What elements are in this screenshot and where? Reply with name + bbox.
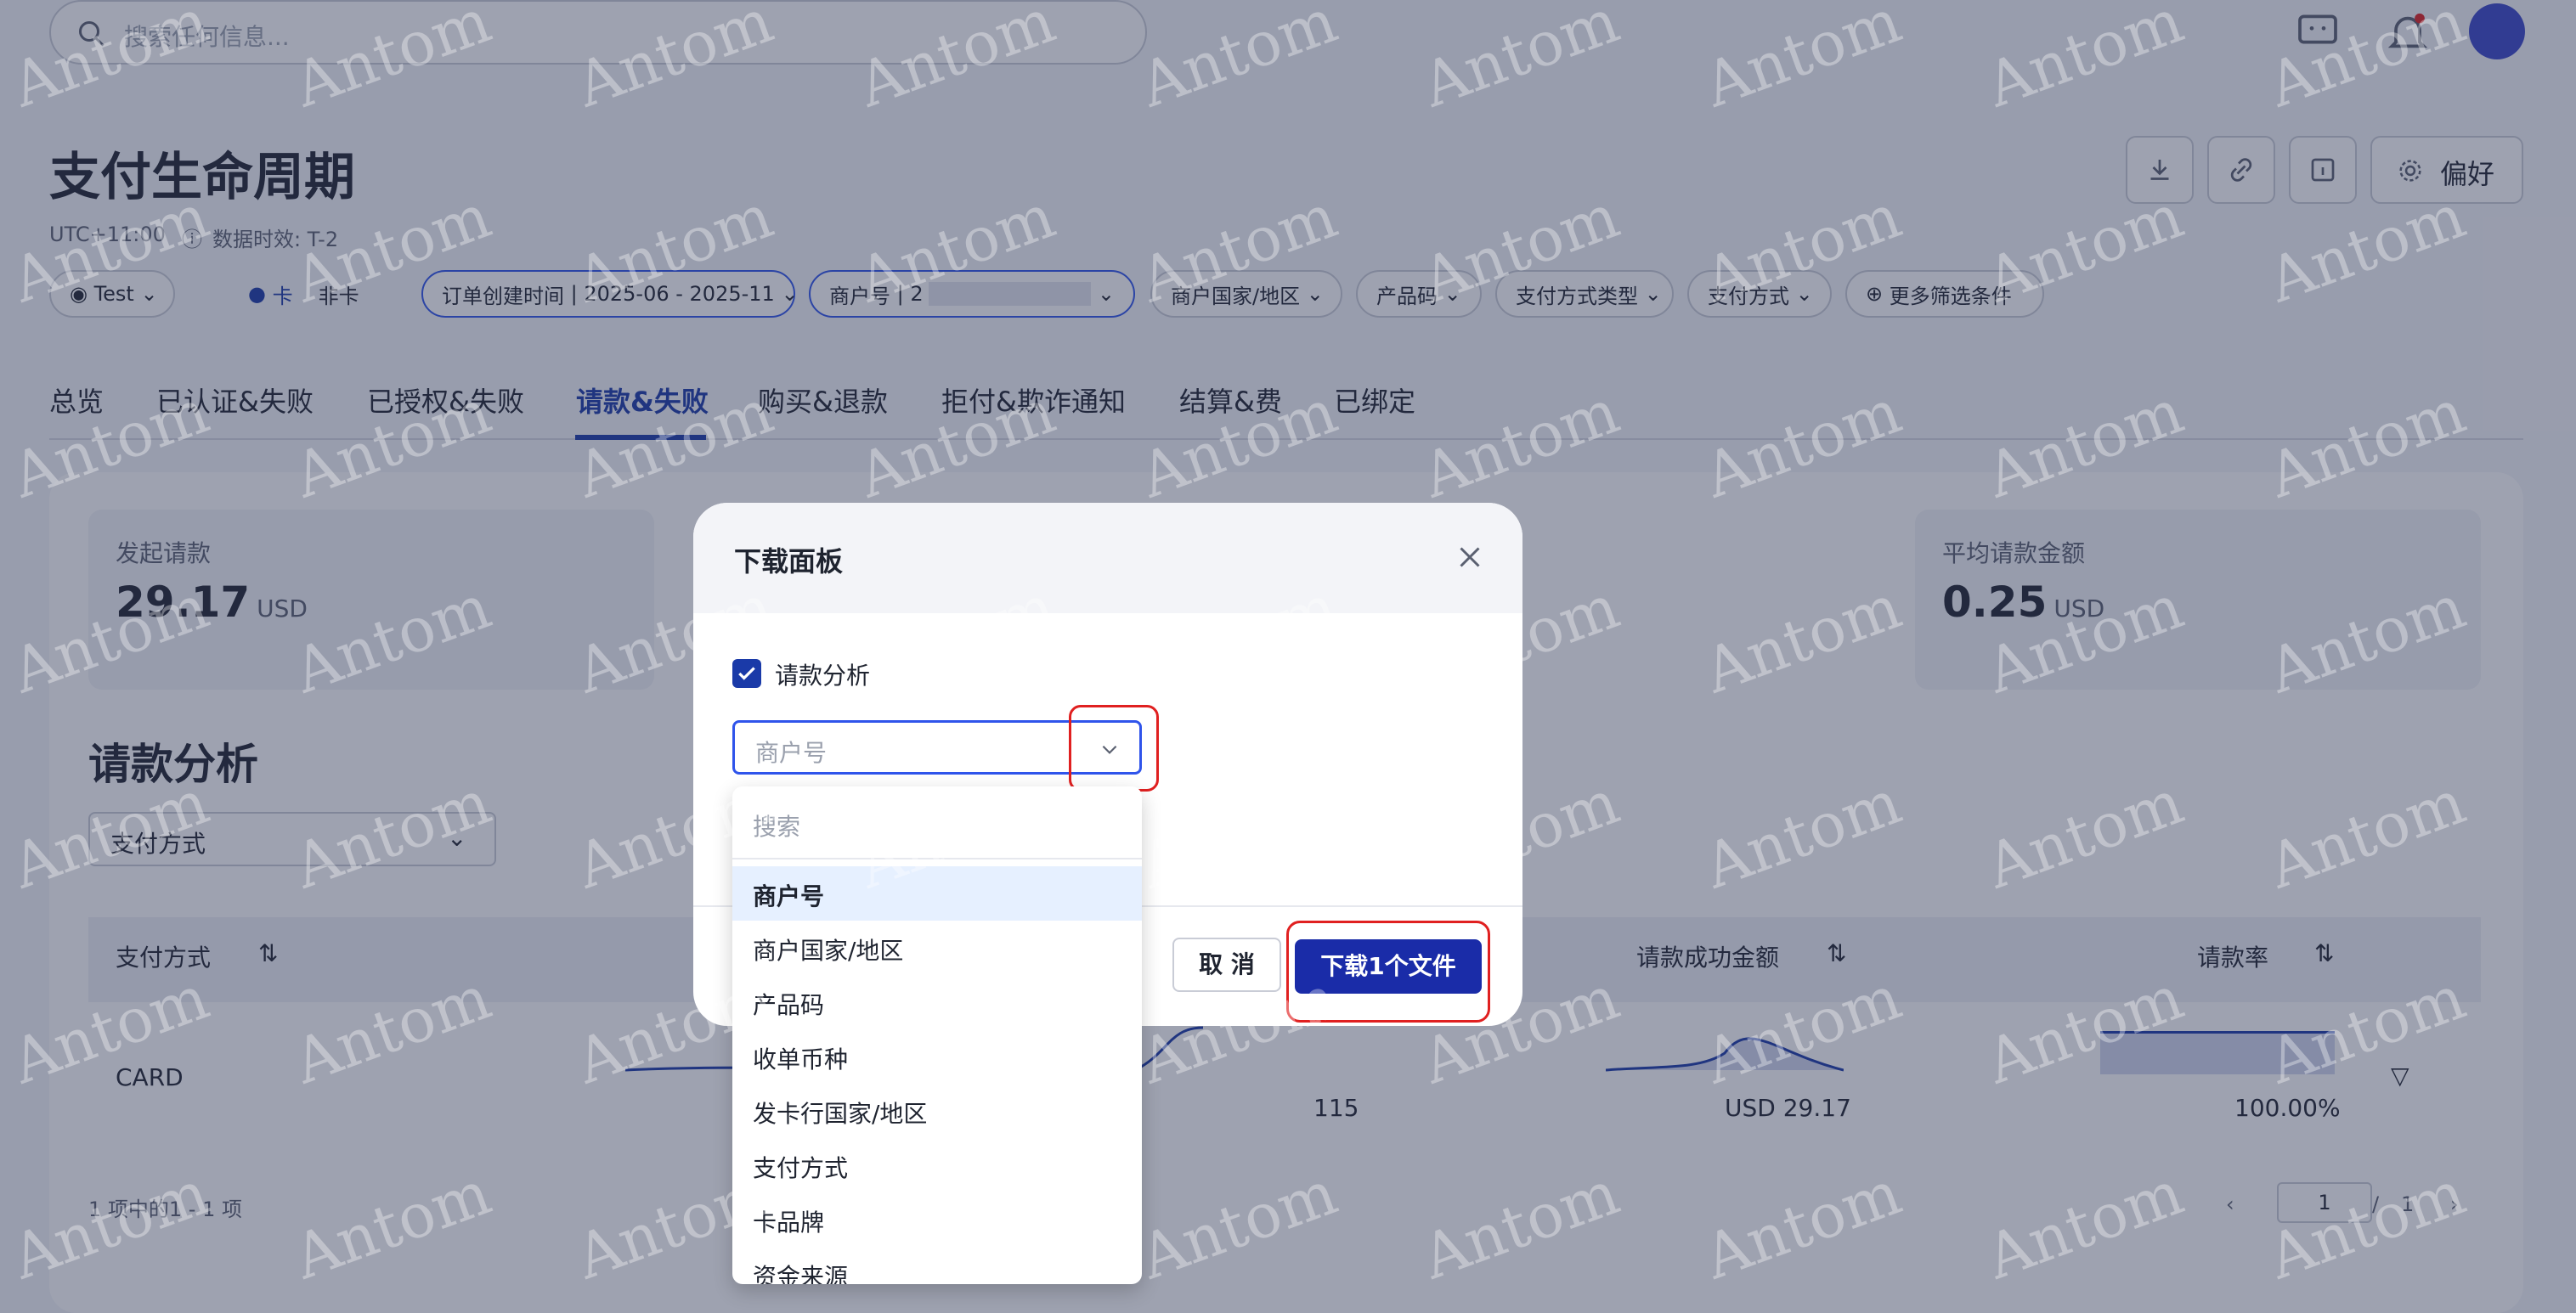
dropdown-option[interactable]: 收单币种 xyxy=(732,1029,1142,1084)
dimension-placeholder: 商户号 xyxy=(755,739,828,767)
capture-analysis-checkbox[interactable] xyxy=(732,659,761,688)
close-icon[interactable] xyxy=(1455,542,1485,572)
checkmark-icon xyxy=(738,667,755,680)
dropdown-option[interactable]: 发卡行国家/地区 xyxy=(732,1084,1142,1138)
modal-title: 下载面板 xyxy=(734,545,844,578)
cancel-button[interactable]: 取 消 xyxy=(1172,938,1281,992)
highlight-box xyxy=(1286,921,1490,1023)
dropdown-divider xyxy=(732,858,1142,859)
highlight-box xyxy=(1069,705,1159,792)
dropdown-option[interactable]: 产品码 xyxy=(732,975,1142,1029)
dropdown-option[interactable]: 支付方式 xyxy=(732,1138,1142,1192)
dropdown-search-input[interactable]: 搜索 xyxy=(753,809,800,842)
app-root: 搜索任何信息... 支付生命周期 UTC+11:00 ⓘ 数据时效: T-2 偏… xyxy=(0,0,2576,1313)
dropdown-option[interactable]: 商户国家/地区 xyxy=(732,921,1142,975)
dimension-dropdown: 搜索 商户号 商户国家/地区 产品码 收单币种 发卡行国家/地区 支付方式 卡品牌 资金来源 xyxy=(732,786,1142,1284)
checkbox-label: 请款分析 xyxy=(775,662,871,690)
dropdown-option[interactable]: 资金来源 xyxy=(732,1247,1142,1284)
dropdown-option[interactable]: 卡品牌 xyxy=(732,1192,1142,1247)
dropdown-option[interactable]: 商户号 xyxy=(732,866,1142,921)
